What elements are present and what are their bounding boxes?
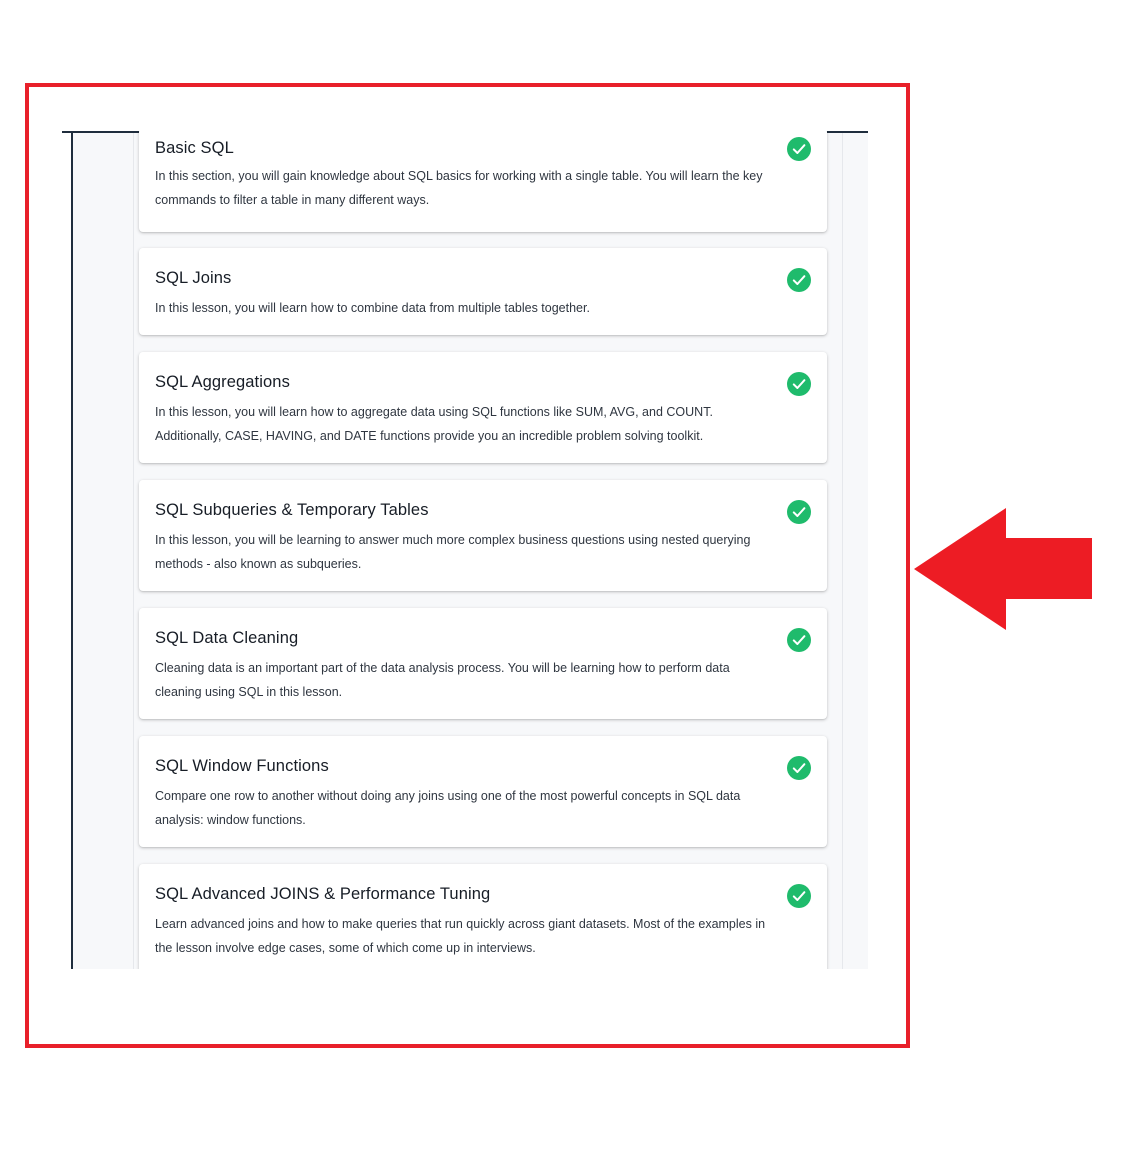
check-circle-icon	[787, 756, 811, 780]
lesson-description: In this lesson, you will be learning to …	[155, 533, 751, 571]
lesson-description: Learn advanced joins and how to make que…	[155, 917, 766, 955]
lesson-title: SQL Advanced JOINS & Performance Tuning	[155, 885, 491, 903]
lesson-card-sql-aggregations[interactable]: SQL Aggregations In this lesson, you wil…	[139, 352, 827, 463]
lesson-card-sql-window-functions[interactable]: SQL Window Functions Compare one row to …	[139, 736, 827, 847]
lesson-card-sql-data-cleaning[interactable]: SQL Data Cleaning Cleaning data is an im…	[139, 608, 827, 719]
check-circle-icon	[787, 372, 811, 396]
panel-border-right	[842, 133, 843, 969]
check-circle-icon	[787, 268, 811, 292]
lesson-description: In this section, you will gain knowledge…	[155, 169, 763, 207]
panel-border-left	[133, 133, 134, 969]
check-circle-icon	[787, 628, 811, 652]
lesson-title: SQL Joins	[155, 269, 232, 287]
lesson-title: SQL Data Cleaning	[155, 629, 299, 647]
arrow-left-icon	[914, 508, 1094, 635]
lesson-title: SQL Aggregations	[155, 373, 290, 391]
lesson-list-viewport: Basic SQL In this section, you will gain…	[62, 131, 868, 969]
lesson-description: Cleaning data is an important part of th…	[155, 661, 730, 699]
lesson-title: SQL Subqueries & Temporary Tables	[155, 501, 429, 519]
lesson-card-sql-joins[interactable]: SQL Joins In this lesson, you will learn…	[139, 248, 827, 335]
check-circle-icon	[787, 884, 811, 908]
lesson-card-sql-advanced-joins[interactable]: SQL Advanced JOINS & Performance Tuning …	[139, 864, 827, 969]
lesson-title: Basic SQL	[155, 139, 234, 157]
lesson-card-basic-sql[interactable]: Basic SQL In this section, you will gain…	[139, 131, 827, 232]
check-circle-icon	[787, 137, 811, 161]
lesson-description: In this lesson, you will learn how to co…	[155, 301, 590, 315]
check-circle-icon	[787, 500, 811, 524]
lesson-title: SQL Window Functions	[155, 757, 329, 775]
lesson-description: Compare one row to another without doing…	[155, 789, 741, 827]
lesson-description: In this lesson, you will learn how to ag…	[155, 405, 713, 443]
lesson-card-sql-subqueries[interactable]: SQL Subqueries & Temporary Tables In thi…	[139, 480, 827, 591]
screenshot-stage: Basic SQL In this section, you will gain…	[0, 0, 1130, 1160]
